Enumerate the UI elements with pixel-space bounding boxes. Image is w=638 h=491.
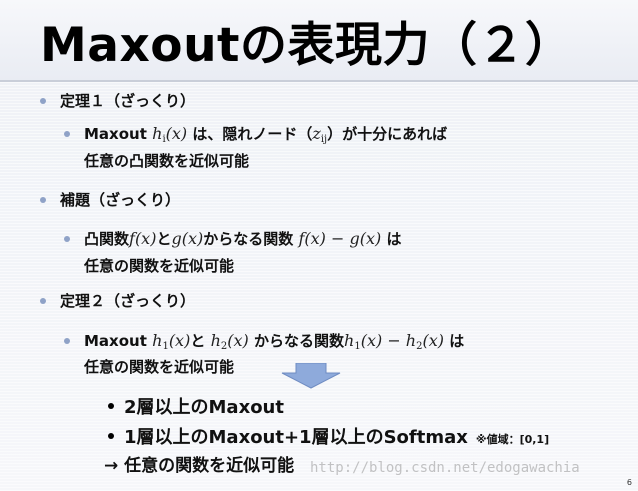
- conclusion-item2-text: 1層以上のMaxout+1層以上のSoftmax: [124, 427, 468, 448]
- slide-title: Maxoutの表現力（２）: [40, 18, 573, 73]
- theorem2-pre: Maxout: [84, 332, 147, 350]
- slide: Maxoutの表現力（２） 定理１（ざっくり） Maxout hi(x) は、隠…: [0, 0, 638, 491]
- math-g-x: g(x): [171, 229, 204, 248]
- lemma-heading: 補題（ざっくり）: [60, 191, 181, 209]
- theorem1-pre: Maxout: [84, 125, 147, 143]
- lemma-mid: からなる関数: [203, 230, 294, 248]
- lemma-statement: 凸関数f(x)とg(x)からなる関数 f(x) − g(x) は: [84, 228, 401, 249]
- theorem1-mid: は、隠れノード（: [192, 125, 313, 143]
- bullet-dot: [40, 197, 46, 203]
- math-h-i-x: hi(x): [152, 124, 188, 145]
- math-f-x: f(x): [129, 229, 157, 248]
- title-band: Maxoutの表現力（２）: [0, 0, 638, 82]
- lemma-post: は: [386, 230, 402, 248]
- math-h1-x: h1(x): [152, 331, 191, 352]
- math-z-ij: zij: [312, 124, 328, 145]
- bullet-dot: [40, 298, 46, 304]
- watermark: http://blog.csdn.net/edogawachia: [310, 460, 580, 476]
- conclusion-item2: 1層以上のMaxout+1層以上のSoftmax ※値域：[0,1]: [124, 423, 549, 449]
- theorem2-post: は: [449, 332, 465, 350]
- math-h2-x: h2(x): [210, 331, 249, 352]
- theorem1-post: ）が十分にあれば: [327, 125, 448, 143]
- lemma-and: と: [156, 230, 172, 248]
- range-note: ※値域：[0,1]: [475, 433, 550, 446]
- theorem2-line2: 任意の関数を近似可能: [84, 358, 235, 376]
- theorem2-mid: からなる関数: [254, 332, 345, 350]
- sub-bullet-dot: [64, 131, 70, 137]
- down-arrow-icon: [281, 363, 341, 389]
- theorem2-and: と: [190, 332, 206, 350]
- lemma-line2: 任意の関数を近似可能: [84, 257, 235, 275]
- conclusion-bullet: [108, 433, 114, 439]
- theorem1-line2: 任意の凸関数を近似可能: [84, 152, 250, 170]
- lemma-pre: 凸関数: [84, 230, 130, 248]
- conclusion-item1: 2層以上のMaxout: [124, 397, 284, 418]
- math-h1-minus-h2: h1(x) − h2(x): [344, 331, 444, 352]
- sub-bullet-dot: [64, 236, 70, 242]
- theorem1-statement: Maxout hi(x) は、隠れノード（zij）が十分にあれば: [84, 123, 447, 145]
- page-number: 6: [626, 478, 632, 487]
- theorem1-heading: 定理１（ざっくり）: [60, 92, 196, 110]
- sub-bullet-dot: [64, 338, 70, 344]
- theorem2-statement: Maxout h1(x)と h2(x) からなる関数h1(x) − h2(x) …: [84, 330, 464, 352]
- conclusion-result: → 任意の関数を近似可能: [104, 456, 295, 476]
- bullet-dot: [40, 98, 46, 104]
- theorem2-heading: 定理２（ざっくり）: [60, 292, 196, 310]
- conclusion-bullet: [108, 403, 114, 409]
- math-f-minus-g: f(x) − g(x): [298, 229, 382, 248]
